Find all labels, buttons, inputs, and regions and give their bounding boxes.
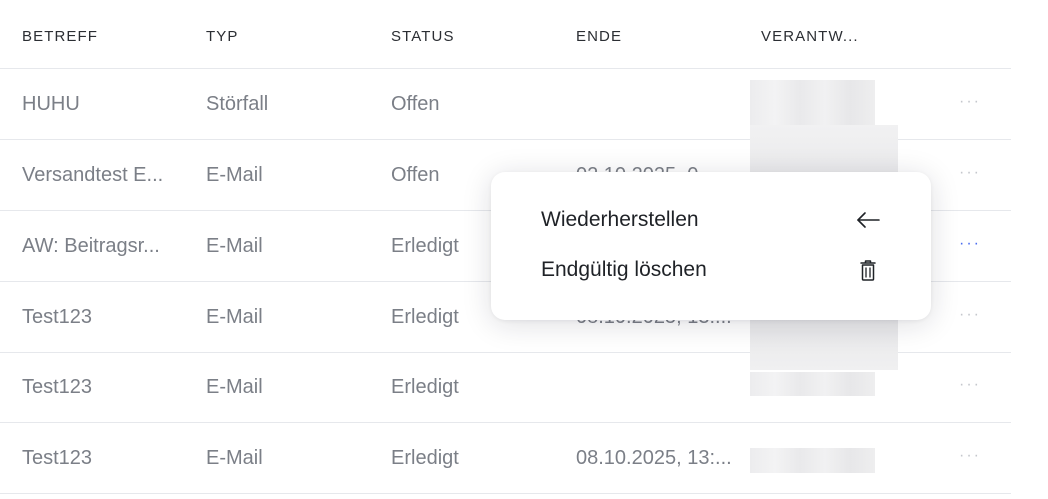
redacted-avatar-block (750, 448, 875, 473)
cell-betreff: Test123 (22, 447, 93, 469)
row-context-menu: Wiederherstellen Endgültig löschen (491, 172, 931, 320)
trash-icon (855, 258, 881, 282)
cell-typ: E-Mail (206, 235, 263, 257)
menu-item-label: Wiederherstellen (541, 208, 699, 231)
row-actions-button[interactable]: ··· (950, 423, 990, 493)
cell-status: Erledigt (391, 447, 459, 469)
cell-ende (576, 69, 736, 139)
table-header: BETREFF TYP STATUS ENDE VERANTW... (0, 0, 1011, 69)
menu-item-restore[interactable]: Wiederherstellen (541, 200, 881, 240)
cell-status: Erledigt (391, 376, 459, 398)
row-actions-button-active[interactable]: ··· (950, 211, 990, 281)
cell-betreff: Test123 (22, 306, 93, 328)
cell-ende (576, 352, 736, 422)
cell-typ: E-Mail (206, 306, 263, 328)
cell-betreff: Versandtest E... (22, 164, 164, 186)
cell-status: Offen (391, 93, 440, 115)
cell-betreff: AW: Beitragsr... (22, 235, 160, 257)
menu-item-delete-permanently[interactable]: Endgültig löschen (541, 250, 881, 290)
row-actions-button[interactable]: ··· (950, 352, 990, 422)
menu-item-label: Endgültig löschen (541, 258, 707, 281)
row-actions-button[interactable]: ··· (950, 69, 990, 139)
column-header-betreff[interactable]: BETREFF (22, 28, 98, 45)
column-header-verantwortlich[interactable]: VERANTW... (761, 28, 859, 45)
cell-typ: Störfall (206, 93, 269, 115)
redacted-avatar-block (750, 80, 875, 125)
column-header-status[interactable]: STATUS (391, 28, 455, 45)
cell-typ: E-Mail (206, 376, 263, 398)
cell-betreff: HUHU (22, 93, 80, 115)
cell-typ: E-Mail (206, 164, 263, 186)
cell-betreff: Test123 (22, 376, 93, 398)
row-actions-button[interactable]: ··· (950, 140, 990, 210)
cell-typ: E-Mail (206, 447, 263, 469)
column-header-typ[interactable]: TYP (206, 28, 238, 45)
arrow-left-icon (855, 208, 881, 232)
column-header-ende[interactable]: ENDE (576, 28, 622, 45)
redacted-avatar-block (750, 372, 875, 396)
row-actions-button[interactable]: ··· (950, 282, 990, 352)
cell-ende: 08.10.2025, 13:... (576, 447, 732, 469)
